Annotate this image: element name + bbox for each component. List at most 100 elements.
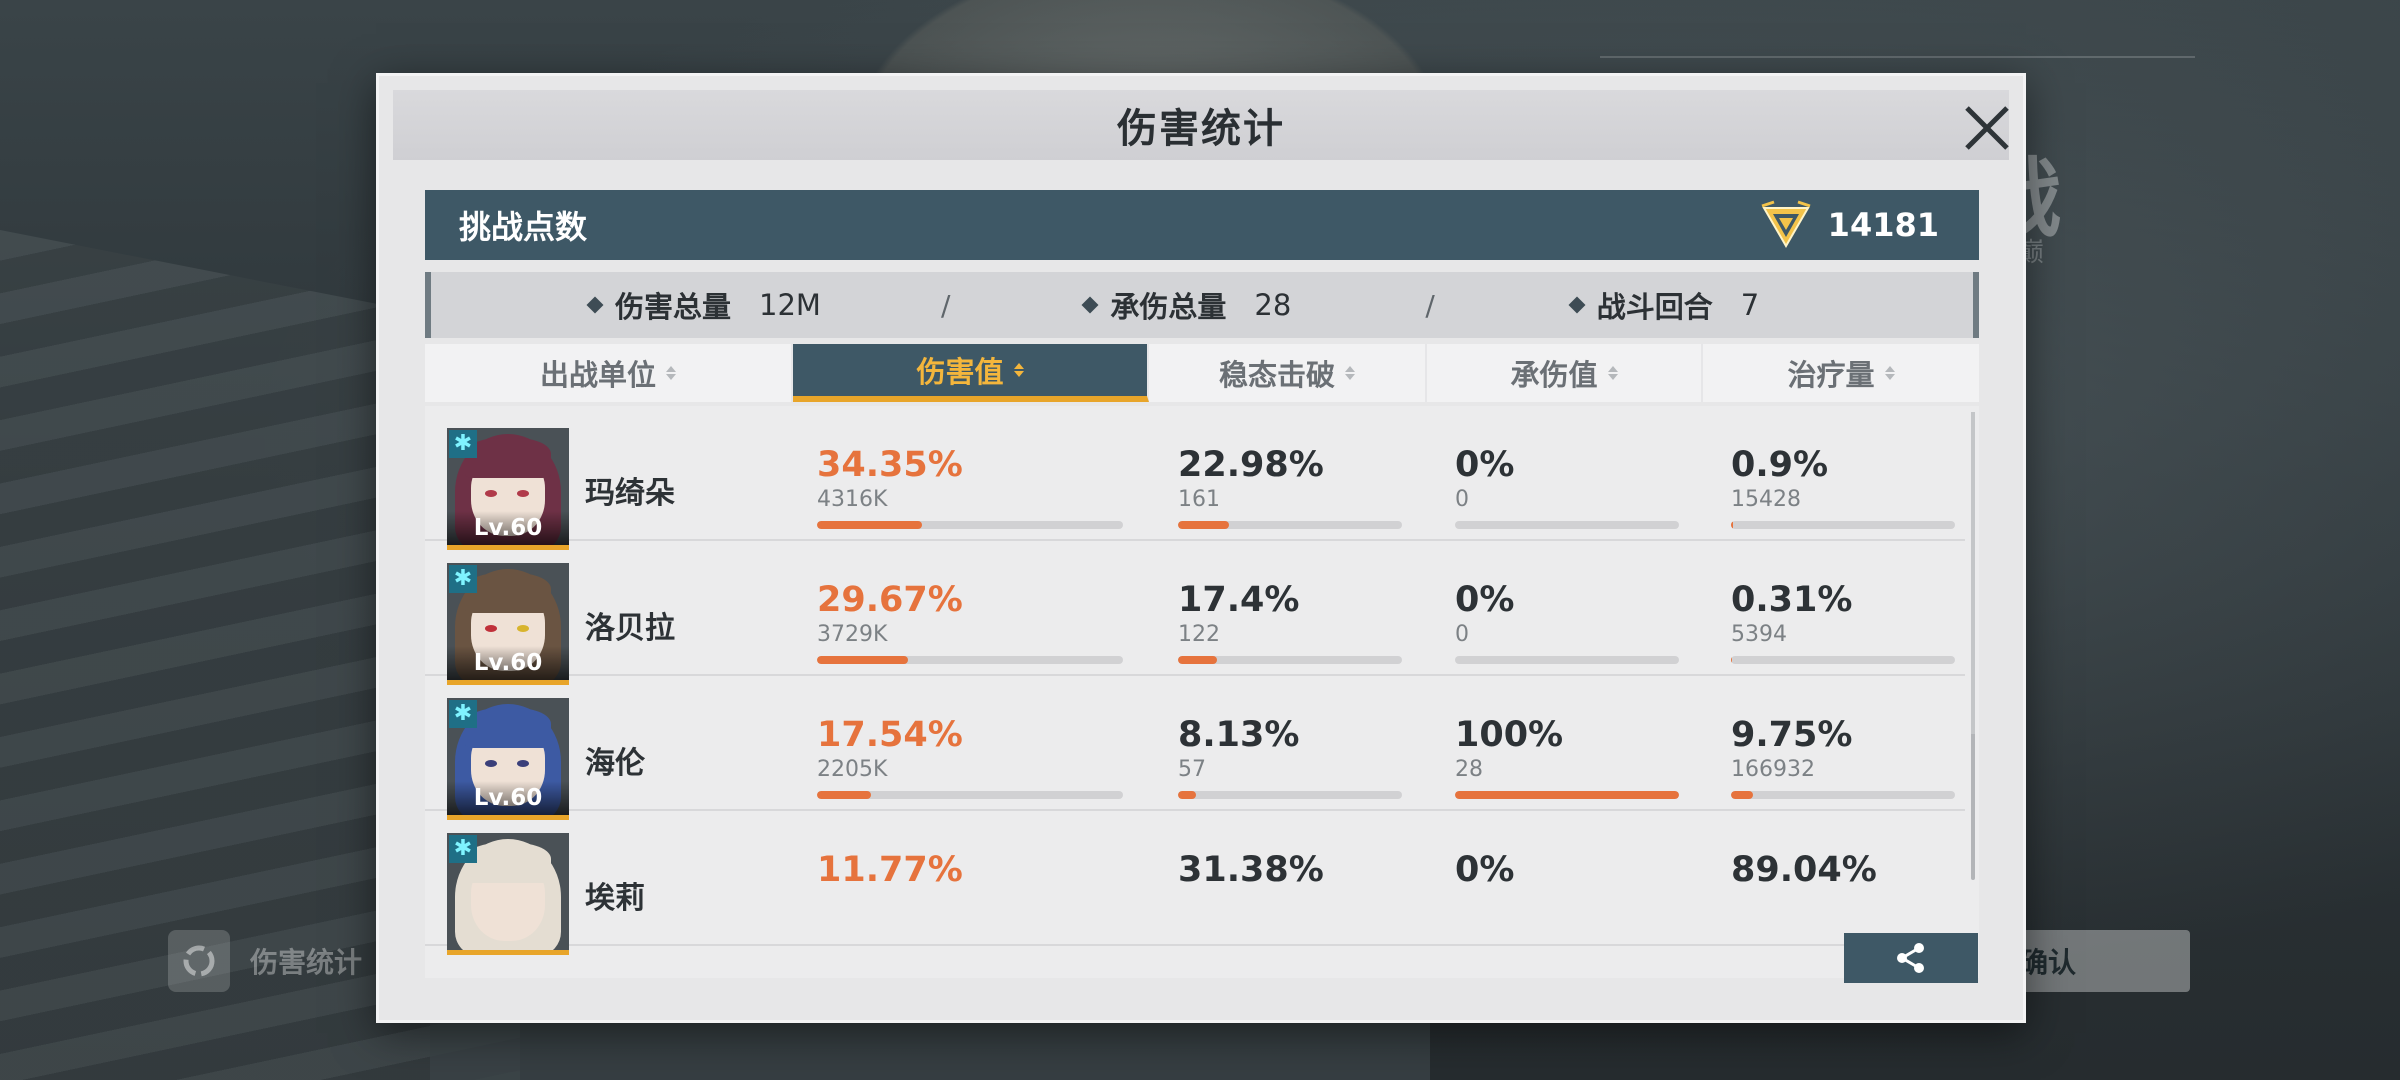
heal-raw: 15428 xyxy=(1731,487,1801,512)
avatar-bang xyxy=(465,843,551,883)
break-raw: 161 xyxy=(1178,487,1220,512)
unit-name: 埃莉 xyxy=(585,881,645,916)
damage-raw: 3729K xyxy=(817,622,888,647)
heal-bar-fill xyxy=(1731,791,1753,799)
break-bar-fill xyxy=(1178,521,1230,529)
taken-percent: 0% xyxy=(1455,850,1515,890)
challenge-points-display: 14181 xyxy=(1760,200,1939,250)
tab-break-label: 稳态击破 xyxy=(1218,358,1335,392)
avatar-bang xyxy=(465,573,551,613)
challenge-emblem-icon xyxy=(1761,200,1811,248)
sort-icon xyxy=(1884,366,1895,380)
damage-percent: 29.67% xyxy=(817,580,963,620)
damage-bar xyxy=(817,656,1123,664)
damage-percent: 34.35% xyxy=(817,445,963,485)
avatar-bang xyxy=(465,438,551,478)
background-button-label: 伤害统计 xyxy=(250,946,363,979)
heal-raw: 5394 xyxy=(1731,622,1787,647)
unit-name: 洛贝拉 xyxy=(585,611,675,646)
damage-cell: 17.54% 2205K xyxy=(817,718,1123,799)
table-row[interactable]: ✱ 埃莉 11.77% 31.38% 0% 89.04% xyxy=(425,811,1965,955)
table-row[interactable]: ✱ Lv.60 洛贝拉 29.67% 3729K 17.4% 122 0% 0 … xyxy=(425,541,1965,685)
table-scrollbar[interactable] xyxy=(1971,412,1975,880)
background-divider xyxy=(1600,56,2195,58)
heal-percent: 0.31% xyxy=(1731,580,1853,620)
star-element-icon: ✱ xyxy=(449,835,477,863)
tab-unit-label: 出战单位 xyxy=(539,358,656,392)
challenge-points-value: 14181 xyxy=(1827,206,1939,244)
break-raw: 57 xyxy=(1178,757,1206,782)
taken-bar-fill xyxy=(1455,791,1679,799)
tab-unit[interactable]: 出战单位 xyxy=(425,344,793,402)
heal-bar xyxy=(1731,656,1955,664)
level-badge: Lv.60 xyxy=(447,511,569,545)
break-cell: 8.13% 57 xyxy=(1178,718,1402,799)
avatar-eye xyxy=(485,760,497,767)
taken-bar xyxy=(1455,791,1679,799)
tab-damage-taken[interactable]: 承伤值 xyxy=(1427,344,1703,402)
break-percent: 17.4% xyxy=(1178,580,1300,620)
summary-separator: / xyxy=(940,288,951,322)
avatar-eye xyxy=(485,625,497,632)
background-damage-stats-button: 伤害统计 xyxy=(168,930,362,992)
tab-healing[interactable]: 治疗量 xyxy=(1703,344,1979,402)
table-row[interactable]: ✱ Lv.60 海伦 17.54% 2205K 8.13% 57 100% 28… xyxy=(425,676,1965,820)
summary-damage-total: 伤害总量 12M xyxy=(586,284,821,326)
break-raw: 122 xyxy=(1178,622,1220,647)
heal-percent: 89.04% xyxy=(1731,850,1877,890)
dialog-title: 伤害统计 xyxy=(1117,106,1285,152)
sort-icon xyxy=(666,366,676,380)
tab-break[interactable]: 稳态击破 xyxy=(1149,344,1427,402)
heal-percent: 0.9% xyxy=(1731,445,1829,485)
heal-bar-fill xyxy=(1731,521,1734,529)
taken-cell: 100% 28 xyxy=(1455,718,1679,799)
table-header: 出战单位 伤害值 稳态击破 承伤值 治疗量 xyxy=(425,344,1979,402)
avatar: ✱ Lv.60 xyxy=(447,428,569,550)
taken-raw: 28 xyxy=(1455,757,1483,782)
break-percent: 31.38% xyxy=(1178,850,1324,890)
share-button[interactable] xyxy=(1844,933,1978,983)
summary-battle-rounds-value: 7 xyxy=(1740,288,1760,322)
dialog-header: 伤害统计 xyxy=(393,90,2009,160)
summary-damage-total-value: 12M xyxy=(759,288,821,322)
star-element-icon: ✱ xyxy=(449,565,477,593)
taken-cell: 0% 0 xyxy=(1455,448,1679,529)
avatar-eye xyxy=(517,760,529,767)
damage-cell: 34.35% 4316K xyxy=(817,448,1123,529)
break-bar xyxy=(1178,791,1402,799)
level-badge: Lv.60 xyxy=(447,646,569,680)
damage-bar xyxy=(817,521,1123,529)
summary-damage-taken-label: 承伤总量 xyxy=(1110,290,1227,324)
damage-cell: 11.77% xyxy=(817,853,1123,888)
tab-healing-label: 治疗量 xyxy=(1787,358,1875,392)
tab-damage-taken-label: 承伤值 xyxy=(1510,358,1598,392)
damage-percent: 11.77% xyxy=(817,850,963,890)
close-button[interactable] xyxy=(1959,100,2015,156)
heal-bar xyxy=(1731,521,1955,529)
damage-table[interactable]: ✱ Lv.60 玛绮朵 34.35% 4316K 22.98% 161 0% 0… xyxy=(425,406,1979,978)
break-bar xyxy=(1178,656,1402,664)
summary-battle-rounds: 战斗回合 7 xyxy=(1568,284,1760,326)
diamond-icon xyxy=(1081,296,1099,314)
challenge-points-label: 挑战点数 xyxy=(459,208,588,246)
break-cell: 17.4% 122 xyxy=(1178,583,1402,664)
table-row[interactable]: ✱ Lv.60 玛绮朵 34.35% 4316K 22.98% 161 0% 0… xyxy=(425,406,1965,550)
stats-icon xyxy=(168,930,230,992)
diamond-icon xyxy=(1568,296,1586,314)
challenge-points-bar: 挑战点数 14181 xyxy=(425,190,1979,260)
avatar-eye xyxy=(517,625,529,632)
break-percent: 8.13% xyxy=(1178,715,1300,755)
sort-icon xyxy=(1607,366,1618,380)
break-cell: 22.98% 161 xyxy=(1178,448,1402,529)
tab-damage[interactable]: 伤害值 xyxy=(793,344,1149,402)
taken-cell: 0% xyxy=(1455,853,1679,888)
scrollbar-thumb[interactable] xyxy=(1971,412,1975,734)
damage-raw: 4316K xyxy=(817,487,888,512)
unit-name: 海伦 xyxy=(585,746,645,781)
background-confirm-button: 确认 xyxy=(2010,930,2190,992)
taken-bar xyxy=(1455,521,1679,529)
summary-separator: / xyxy=(1425,288,1435,322)
taken-percent: 0% xyxy=(1455,445,1515,485)
heal-cell: 9.75% 166932 xyxy=(1731,718,1955,799)
damage-raw: 2205K xyxy=(817,757,888,782)
